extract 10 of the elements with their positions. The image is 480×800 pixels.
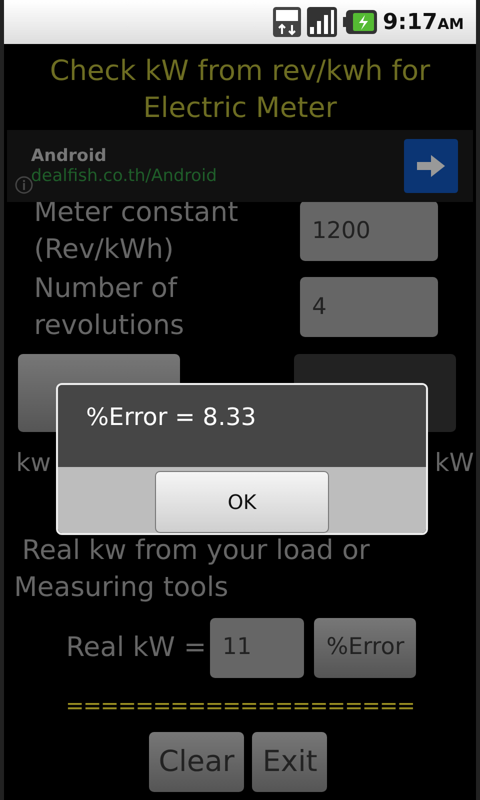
unit-label: kW — [434, 447, 474, 479]
result-label: kw — [16, 447, 51, 479]
field-label: Number of revolutions — [34, 272, 186, 343]
ad-title: Android — [31, 146, 108, 166]
dialog-message: %Error = 8.33 — [58, 385, 426, 467]
status-time: 9:17AM — [382, 8, 464, 36]
app-title: Check kW from rev/kwh for Electric Meter — [48, 53, 432, 126]
field-label: Real kW = — [66, 631, 206, 665]
divider-text: ==================== — [64, 696, 416, 718]
section-heading: Real kw from your load or Measuring tools — [14, 534, 371, 604]
